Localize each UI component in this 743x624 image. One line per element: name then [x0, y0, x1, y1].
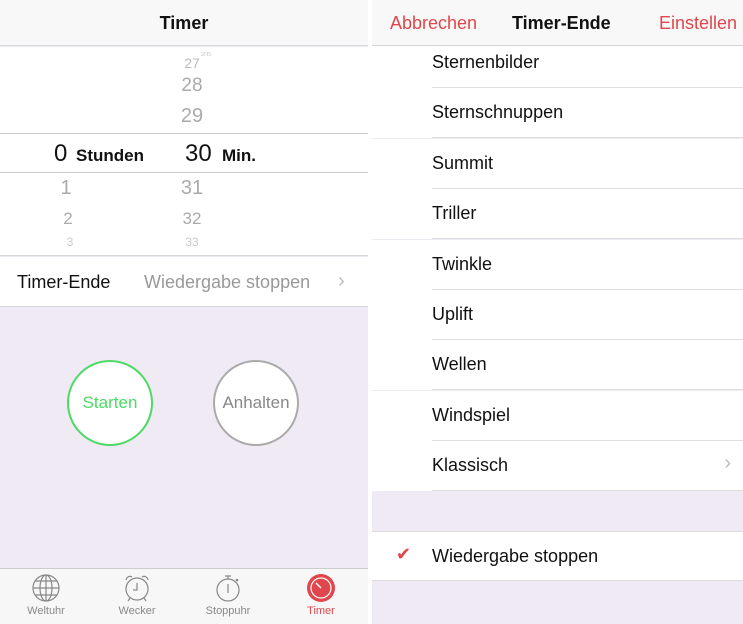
minute-option[interactable]: 31: [172, 177, 212, 200]
set-button[interactable]: Einstellen: [659, 13, 737, 34]
timer-end-row[interactable]: Timer-Ende Wiedergabe stoppen ›: [0, 257, 368, 307]
hour-option[interactable]: 2: [48, 209, 88, 229]
sound-label: Twinkle: [432, 253, 493, 274]
hour-option[interactable]: 1: [46, 177, 86, 200]
timer-end-screen: Sternenbilder Sternschnuppen Summit Triller…: [372, 0, 743, 624]
minute-option[interactable]: 29: [172, 105, 212, 128]
sound-item[interactable]: Windspiel: [372, 390, 743, 441]
minutes-unit: Min.: [222, 146, 256, 165]
tab-stoppuhr[interactable]: Stoppuhr: [193, 573, 263, 617]
tab-timer[interactable]: Timer: [286, 573, 356, 617]
chevron-right-icon: ›: [338, 270, 345, 292]
nav-bar: Timer: [0, 0, 368, 46]
timer-end-label: Timer-Ende: [17, 272, 111, 292]
separator: [432, 490, 743, 492]
sound-item[interactable]: Uplift: [372, 290, 743, 340]
duration-picker[interactable]: 26 27 28 29 0 Stunden 30 Min. 1 2 3 31 3…: [0, 47, 368, 256]
sound-label: Triller: [432, 203, 477, 224]
tab-label: Timer: [307, 605, 335, 617]
page-title: Timer-Ende: [512, 13, 611, 33]
checkmark-icon: ✔: [396, 544, 412, 564]
sound-label: Summit: [432, 152, 494, 173]
tab-wecker[interactable]: Wecker: [102, 573, 172, 617]
timer-end-value: Wiedergabe stoppen: [144, 272, 311, 292]
sound-label: Sternenbilder: [432, 52, 540, 72]
nav-bar: Abbrechen Timer-Ende Einstellen: [372, 0, 743, 46]
timer-screen: Timer 26 27 28 29 0 Stunden 30 Min. 1 2 …: [0, 0, 368, 624]
sound-label: Sternschnuppen: [432, 102, 564, 123]
tab-bar: Weltuhr Wecker Stoppuhr Timer: [0, 568, 368, 624]
sound-item[interactable]: Summit: [372, 138, 743, 189]
cancel-button[interactable]: Abbrechen: [390, 13, 477, 34]
sound-label: Uplift: [432, 304, 474, 324]
alarm-clock-icon: [125, 575, 149, 602]
timer-icon: [307, 574, 335, 602]
selection-band: 0 Stunden 30 Min.: [0, 133, 368, 173]
option-stop-playback[interactable]: ✔ Wiedergabe stoppen: [372, 531, 743, 581]
selected-hours[interactable]: 0: [54, 140, 67, 168]
minute-option[interactable]: 28: [172, 75, 212, 97]
globe-icon: [32, 574, 60, 602]
sound-label: Klassisch: [432, 455, 509, 476]
tab-label: Stoppuhr: [205, 605, 251, 617]
sound-item[interactable]: Triller: [372, 189, 743, 240]
sound-item[interactable]: Twinkle: [372, 239, 743, 290]
option-label: Wiedergabe stoppen: [432, 546, 599, 566]
sound-label: Windspiel: [432, 404, 511, 425]
sound-item[interactable]: Sternschnuppen: [372, 88, 743, 139]
page-title: Timer: [159, 13, 209, 33]
chevron-right-icon: ›: [724, 452, 731, 475]
tab-label: Wecker: [118, 605, 156, 617]
tab-weltuhr[interactable]: Weltuhr: [11, 573, 81, 617]
stopwatch-icon: [216, 575, 240, 602]
start-button[interactable]: Starten: [67, 360, 153, 446]
sound-label: Wellen: [432, 354, 487, 375]
tab-label: Weltuhr: [27, 605, 65, 617]
pause-button[interactable]: Anhalten: [213, 360, 299, 446]
minute-option[interactable]: 33: [172, 235, 212, 249]
hours-unit: Stunden: [76, 146, 144, 165]
minute-option[interactable]: 27: [172, 55, 212, 71]
sound-item[interactable]: Wellen: [372, 340, 743, 391]
sound-item[interactable]: Klassisch ›: [372, 441, 743, 492]
hour-option[interactable]: 3: [50, 235, 90, 249]
minute-option[interactable]: 32: [172, 209, 212, 229]
selected-minutes[interactable]: 30: [185, 140, 212, 168]
